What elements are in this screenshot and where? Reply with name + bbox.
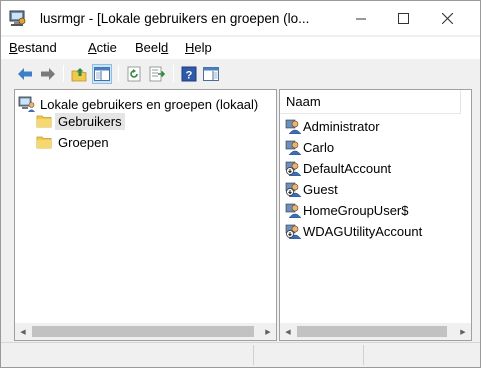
- user-icon: [285, 119, 301, 134]
- list-item-label: HomeGroupUser$: [303, 202, 409, 218]
- column-header-naam[interactable]: Naam: [280, 90, 460, 114]
- list-item-label: Carlo: [303, 139, 335, 155]
- tree-root-label: Lokale gebruikers en groepen (lokaal): [40, 96, 259, 112]
- left-horizontal-scrollbar[interactable]: ◀ ▶: [15, 323, 276, 340]
- refresh-button[interactable]: [124, 64, 144, 84]
- show-hide-tree-button[interactable]: [92, 64, 112, 84]
- toolbar: ?: [1, 61, 480, 86]
- menu-actie-accel: A: [88, 40, 97, 55]
- menu-bestand[interactable]: Bestand: [9, 40, 57, 55]
- menu-bar: Bestand Actie Beeld Help: [1, 37, 480, 59]
- menu-bestand-label: estand: [17, 40, 57, 55]
- user-icon: [285, 203, 301, 218]
- list-item[interactable]: Guest: [285, 179, 338, 199]
- maximize-icon: [397, 12, 409, 24]
- disabled-user-icon: [285, 161, 301, 176]
- maximize-button[interactable]: [381, 1, 425, 35]
- help-button[interactable]: ?: [179, 64, 199, 84]
- menu-beeld[interactable]: Beeld: [135, 40, 168, 55]
- app-window: lusrmgr - [Lokale gebruikers en groepen …: [0, 0, 481, 368]
- show-action-pane-button[interactable]: [201, 64, 221, 84]
- forward-button[interactable]: [38, 64, 58, 84]
- menu-actie-label: ctie: [96, 40, 117, 55]
- scroll-right-arrow-icon: ▶: [460, 328, 466, 336]
- help-icon: ?: [181, 66, 197, 82]
- properties-pane-icon: [203, 67, 219, 81]
- tree-item-gebruikers[interactable]: Gebruikers: [36, 111, 125, 131]
- disabled-user-icon: [285, 224, 301, 239]
- menu-help-accel: H: [185, 40, 195, 55]
- scroll-right-arrow[interactable]: ▶: [455, 323, 471, 340]
- close-icon: [441, 12, 453, 24]
- list-item-label: WDAGUtilityAccount: [303, 223, 423, 239]
- window-title: lusrmgr - [Lokale gebruikers en groepen …: [40, 11, 310, 26]
- folder-icon: [36, 136, 52, 149]
- disabled-user-icon: [285, 182, 301, 197]
- console-tree-pane[interactable]: Lokale gebruikers en groepen (lokaal) Ge…: [14, 89, 277, 341]
- folder-icon: [36, 115, 52, 128]
- scroll-left-arrow[interactable]: ◀: [280, 323, 296, 340]
- scroll-left-arrow-icon: ◀: [285, 328, 291, 336]
- list-item[interactable]: WDAGUtilityAccount: [285, 221, 422, 241]
- up-one-level-button[interactable]: [69, 64, 89, 84]
- scroll-left-arrow-icon: ◀: [20, 328, 26, 336]
- minimize-button[interactable]: [339, 1, 383, 35]
- menu-beeld-accel: d: [161, 40, 169, 55]
- computer-management-icon: [9, 10, 26, 26]
- column-divider[interactable]: [460, 90, 461, 114]
- local-users-groups-icon: [18, 96, 35, 112]
- title-bar[interactable]: lusrmgr - [Lokale gebruikers en groepen …: [1, 1, 480, 35]
- close-button[interactable]: [425, 1, 469, 35]
- tree-item-gebruikers-label: Gebruikers: [55, 112, 125, 130]
- help-glyph: ?: [186, 70, 193, 82]
- tree-item-groepen[interactable]: Groepen: [36, 132, 109, 152]
- show-hide-console-tree-icon: [94, 67, 110, 81]
- list-item[interactable]: HomeGroupUser$: [285, 200, 409, 220]
- list-item[interactable]: Carlo: [285, 137, 334, 157]
- tree-item-groepen-label: Groepen: [58, 134, 109, 150]
- menu-help[interactable]: Help: [185, 40, 212, 55]
- list-item-label: Guest: [303, 181, 338, 197]
- scroll-left-arrow[interactable]: ◀: [15, 323, 31, 340]
- status-divider: [363, 345, 364, 365]
- menu-bestand-accel: B: [9, 40, 18, 55]
- result-list-pane[interactable]: Naam Administrator Carlo DefaultAccount …: [279, 89, 472, 341]
- toolbar-separator: [63, 65, 64, 82]
- scroll-right-arrow[interactable]: ▶: [260, 323, 276, 340]
- status-bar: [1, 342, 480, 367]
- list-item[interactable]: DefaultAccount: [285, 158, 391, 178]
- refresh-icon: [127, 66, 141, 82]
- right-horizontal-scrollbar[interactable]: ◀ ▶: [280, 323, 471, 340]
- back-button[interactable]: [15, 64, 35, 84]
- minimize-icon: [355, 18, 366, 19]
- list-item-label: DefaultAccount: [303, 160, 392, 176]
- menu-help-label: elp: [194, 40, 212, 55]
- back-arrow-icon: [18, 68, 32, 80]
- toolbar-separator: [118, 65, 119, 82]
- scrollbar-thumb[interactable]: [32, 326, 254, 337]
- menu-beeld-label: Beel: [135, 40, 162, 55]
- export-list-button[interactable]: [147, 64, 167, 84]
- export-list-icon: [149, 66, 165, 82]
- scroll-right-arrow-icon: ▶: [265, 328, 271, 336]
- menu-actie[interactable]: Actie: [88, 40, 117, 55]
- user-icon: [285, 140, 301, 155]
- list-item-label: Administrator: [303, 118, 380, 134]
- toolbar-separator: [173, 65, 174, 82]
- up-folder-icon: [71, 67, 87, 81]
- list-item[interactable]: Administrator: [285, 116, 380, 136]
- status-divider: [253, 345, 254, 365]
- forward-arrow-icon: [41, 68, 55, 80]
- scrollbar-thumb[interactable]: [297, 326, 447, 337]
